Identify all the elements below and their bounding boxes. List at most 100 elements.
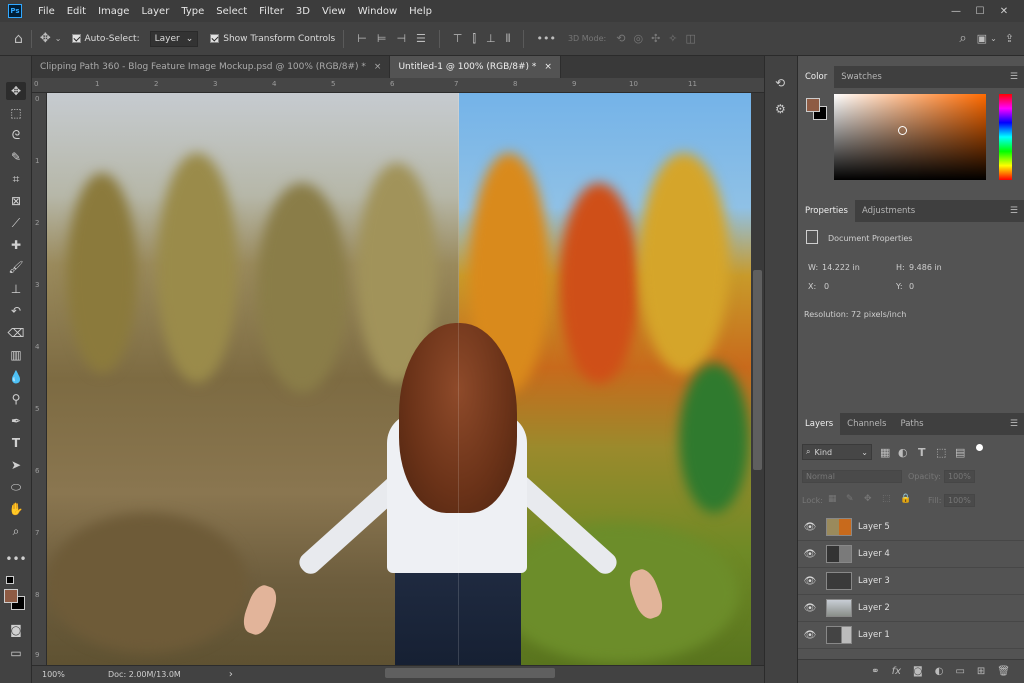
zoom-level[interactable]: 100% [42,670,82,679]
healing-brush-tool-icon[interactable]: ✚ [6,236,26,254]
auto-select-dropdown[interactable]: Layer ⌄ [149,30,199,47]
checkbox-icon[interactable] [210,34,220,43]
eyedropper-tool-icon[interactable]: ⟋ [6,214,26,232]
lock-artboard-icon[interactable]: ⬚ [882,494,891,504]
menu-layer[interactable]: Layer [135,6,175,17]
opacity-field[interactable]: 100% [944,470,975,483]
tab-color[interactable]: Color [798,66,835,88]
menu-file[interactable]: File [32,6,61,17]
menu-view[interactable]: View [316,6,352,17]
vertical-scroll-thumb[interactable] [753,270,762,470]
layer-name[interactable]: Layer 1 [858,630,890,640]
history-brush-tool-icon[interactable]: ↶ [6,302,26,320]
menu-help[interactable]: Help [403,6,438,17]
layer-row[interactable]: 👁 Layer 2 [798,595,1024,622]
lock-pixels-icon[interactable]: ✎ [846,494,854,504]
color-spectrum-picker[interactable] [834,94,986,180]
fx-icon[interactable]: fx [892,666,901,677]
tab-properties[interactable]: Properties [798,200,855,222]
screen-mode-icon[interactable]: ▭ [6,644,26,662]
link-icon[interactable]: ⚭ [871,666,879,677]
chevron-down-icon[interactable]: ⌄ [990,34,997,43]
filter-toggle-icon[interactable] [976,444,983,451]
more-options-icon[interactable]: ••• [536,32,555,45]
quick-mask-icon[interactable]: ◙ [6,621,26,639]
x-value[interactable]: 0 [824,282,829,291]
filter-type-icon[interactable]: T [918,446,926,459]
document-canvas[interactable] [47,93,751,665]
dodge-tool-icon[interactable]: ⚲ [6,390,26,408]
lock-transparency-icon[interactable]: ▦ [828,494,837,504]
menu-type[interactable]: Type [175,6,210,17]
3d-slide-icon[interactable]: ✧ [668,32,677,45]
align-top-icon[interactable]: ⊤ [453,32,463,45]
layer-row[interactable]: 👁 Layer 3 [798,568,1024,595]
tab-adjustments[interactable]: Adjustments [855,200,922,222]
crop-tool-icon[interactable]: ⌗ [6,170,26,188]
align-left-icon[interactable]: ⊢ [357,32,367,45]
filter-pixel-icon[interactable]: ▦ [880,446,890,459]
close-icon[interactable]: × [544,62,552,72]
tab-channels[interactable]: Channels [840,413,893,435]
3d-camera-icon[interactable]: ◫ [686,32,696,45]
menu-edit[interactable]: Edit [61,6,92,17]
workspace-icon[interactable]: ▣ [977,32,987,45]
3d-orbit-icon[interactable]: ⟲ [616,32,625,45]
height-value[interactable]: 9.486 in [909,263,942,272]
y-value[interactable]: 0 [909,282,914,291]
fill-field[interactable]: 100% [944,494,975,507]
maximize-button[interactable]: ☐ [968,6,992,17]
layer-row[interactable]: 👁 Layer 4 [798,541,1024,568]
new-layer-icon[interactable]: ⊞ [977,666,985,677]
tab-swatches[interactable]: Swatches [834,66,889,88]
frame-tool-icon[interactable]: ⊠ [6,192,26,210]
document-tab[interactable]: Clipping Path 360 - Blog Feature Image M… [32,56,391,78]
document-tab[interactable]: Untitled-1 @ 100% (RGB/8#) * × [390,56,561,78]
3d-roll-icon[interactable]: ◎ [633,32,643,45]
hue-slider[interactable] [999,94,1012,180]
close-window-button[interactable]: ✕ [992,6,1016,17]
zoom-tool-icon[interactable]: ⌕ [6,522,26,540]
horizontal-ruler[interactable]: 0 1 2 3 4 5 6 7 8 9 10 11 [32,78,764,93]
actions-icon[interactable]: ⚙ [775,102,786,116]
lock-all-icon[interactable]: 🔒 [900,494,911,504]
panel-menu-icon[interactable]: ☰ [1010,72,1018,82]
distribute-icon[interactable]: ☰ [416,32,426,45]
vertical-ruler[interactable]: 0 1 2 3 4 5 6 7 8 9 [32,93,47,665]
align-center-icon[interactable]: ⊨ [377,32,387,45]
panel-menu-icon[interactable]: ☰ [1010,419,1018,429]
marquee-tool-icon[interactable]: ⬚ [6,104,26,122]
status-menu-arrow[interactable]: › [229,669,233,680]
color-picker-handle[interactable] [898,126,907,135]
show-transform-checkbox[interactable]: Show Transform Controls [210,34,335,44]
path-select-tool-icon[interactable]: ➤ [6,456,26,474]
menu-3d[interactable]: 3D [290,6,316,17]
foreground-color-swatch[interactable] [4,589,18,603]
layer-row[interactable]: 👁 Layer 5 [798,514,1024,541]
layer-name[interactable]: Layer 3 [858,576,890,586]
move-tool-icon[interactable]: ✥ [6,82,26,100]
eye-icon[interactable]: 👁 [798,549,822,560]
layer-name[interactable]: Layer 4 [858,549,890,559]
mask-icon[interactable]: ◙ [913,666,923,677]
tab-layers[interactable]: Layers [798,413,841,435]
panel-menu-icon[interactable]: ☰ [1010,206,1018,216]
layer-name[interactable]: Layer 5 [858,522,890,532]
share-icon[interactable]: ⇪ [1005,32,1014,45]
eye-icon[interactable]: 👁 [798,603,822,614]
width-value[interactable]: 14.222 in [822,263,860,272]
menu-filter[interactable]: Filter [253,6,290,17]
minimize-button[interactable]: — [944,6,968,17]
adjustment-icon[interactable]: ◐ [935,666,944,677]
stamp-tool-icon[interactable]: ⊥ [6,280,26,298]
gradient-tool-icon[interactable]: ▥ [6,346,26,364]
lasso-tool-icon[interactable]: ᘓ [6,126,26,144]
tab-paths[interactable]: Paths [893,413,930,435]
menu-select[interactable]: Select [210,6,253,17]
search-icon[interactable]: ⌕ [959,31,966,46]
checkbox-icon[interactable] [71,34,81,43]
eraser-tool-icon[interactable]: ⌫ [6,324,26,342]
close-icon[interactable]: × [374,62,382,72]
auto-select-checkbox[interactable]: Auto-Select: [71,34,140,44]
3d-pan-icon[interactable]: ✣ [651,32,660,45]
